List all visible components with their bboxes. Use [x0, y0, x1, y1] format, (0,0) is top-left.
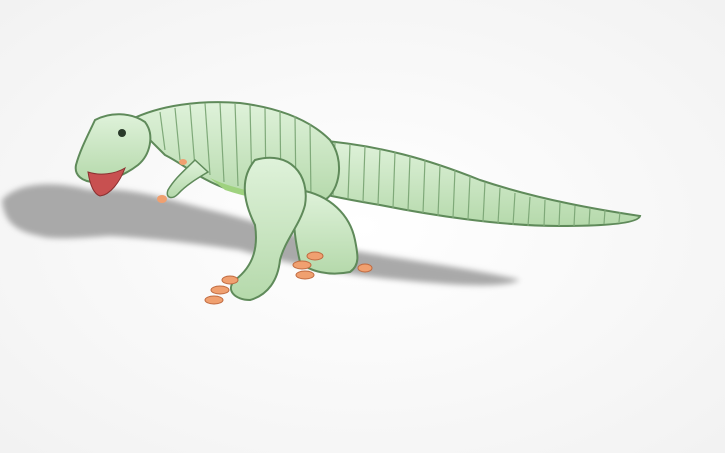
arm-claw [179, 159, 187, 165]
arm-claw [157, 195, 167, 203]
dinosaur-eye [118, 129, 126, 137]
3d-viewport[interactable] [0, 0, 725, 453]
